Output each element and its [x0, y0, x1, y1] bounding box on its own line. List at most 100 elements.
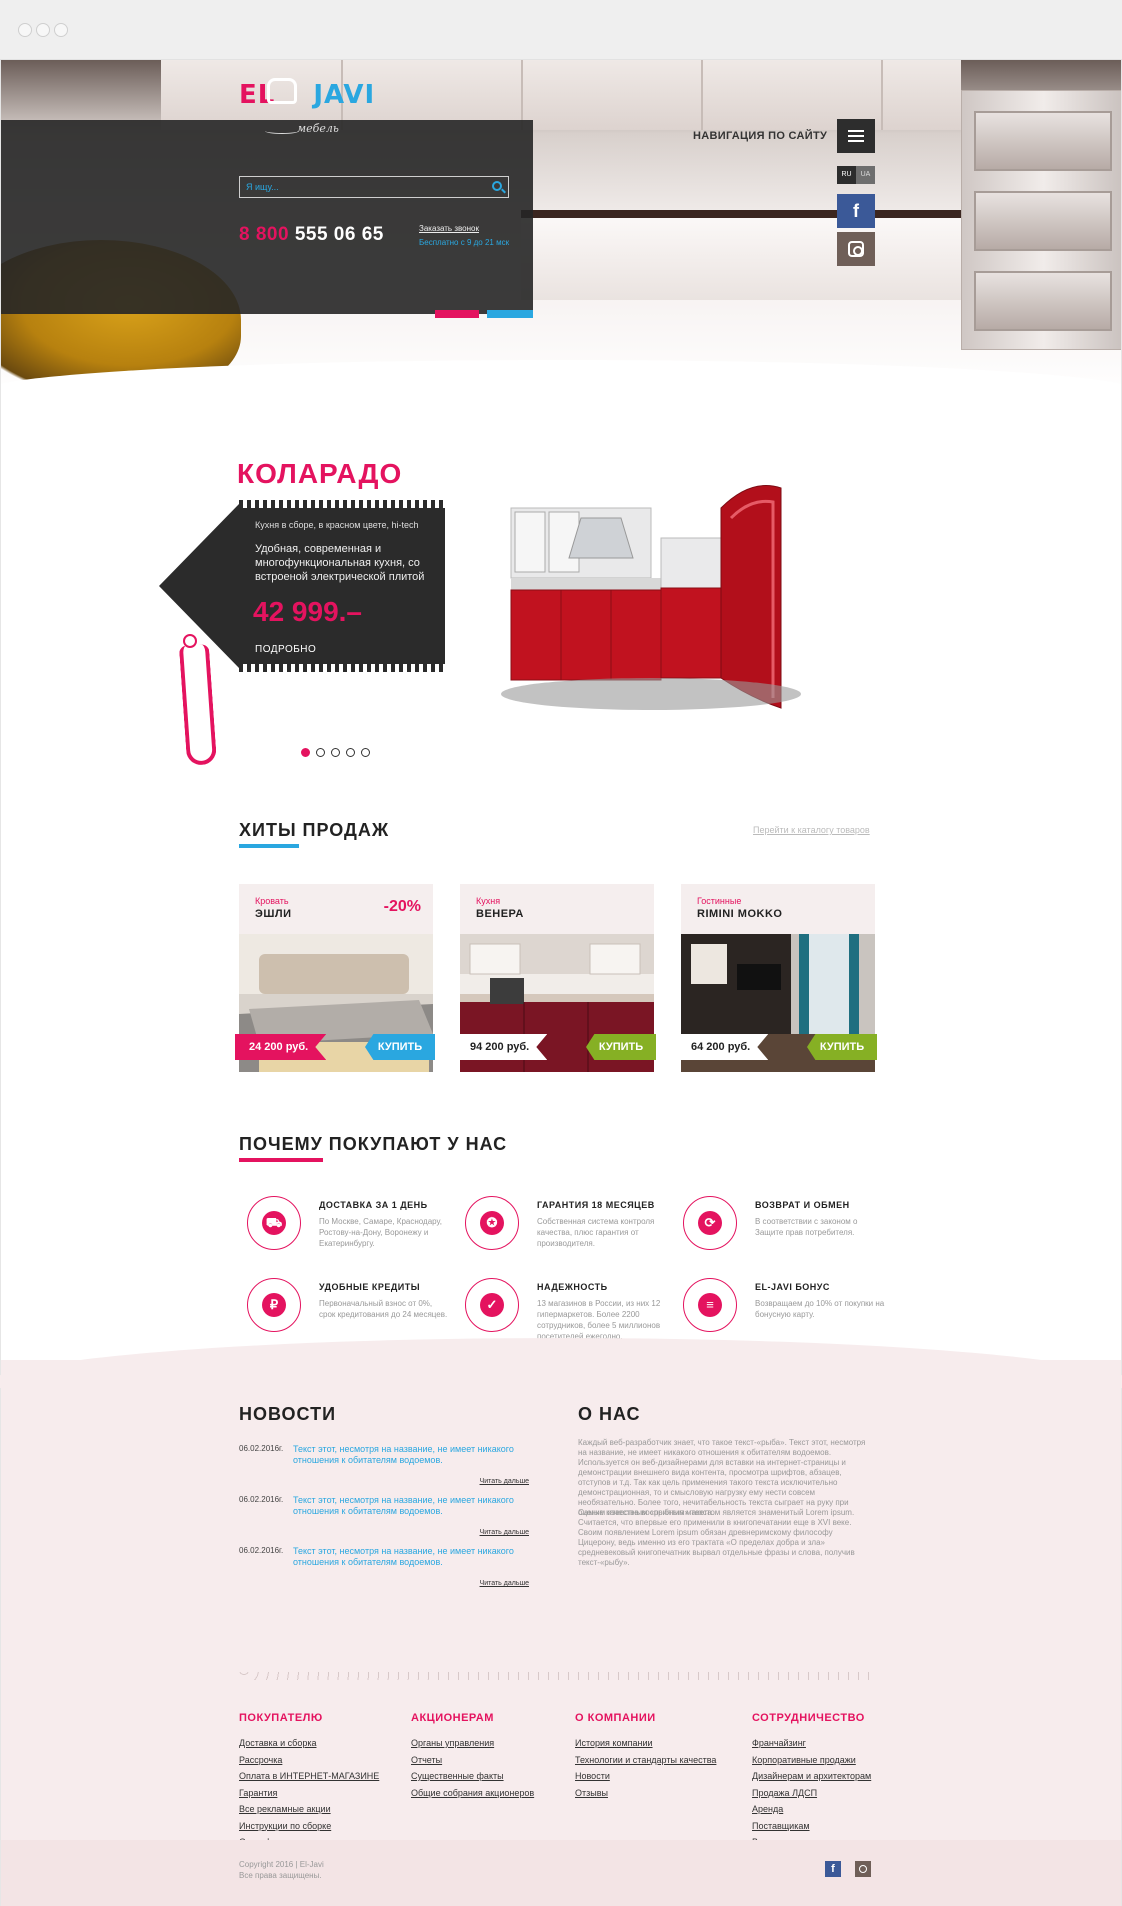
buy-button[interactable]: КУПИТЬ	[807, 1034, 877, 1060]
read-more-link[interactable]: Читать дальше	[480, 1478, 529, 1485]
footer-link[interactable]: Оплата в ИНТЕРНЕТ-МАГАЗИНЕ	[239, 1771, 409, 1782]
instagram-icon[interactable]	[837, 232, 875, 266]
search-icon[interactable]	[492, 181, 502, 191]
kitchen-product-image[interactable]	[501, 478, 871, 748]
footer-link[interactable]: Франчайзинг	[752, 1738, 922, 1749]
feature-warranty: ✪ ГАРАНТИЯ 18 МЕСЯЦЕВ Собственная систем…	[465, 1196, 665, 1256]
phone-number[interactable]: 8 800 555 06 65	[239, 224, 384, 246]
slider-dot[interactable]	[361, 748, 370, 757]
read-more-link[interactable]: Читать дальше	[480, 1529, 529, 1536]
tag-hole	[183, 634, 197, 648]
footer-link[interactable]: Доставка и сборка	[239, 1738, 409, 1749]
slider-dots	[301, 748, 370, 757]
product-price: 94 200 руб.	[456, 1034, 548, 1060]
feature-return: ⟳ ВОЗВРАТ И ОБМЕН В соответствии с закон…	[683, 1196, 883, 1256]
lang-ru[interactable]: RU	[837, 166, 856, 184]
why-underline	[239, 1158, 323, 1162]
slider-dot[interactable]	[316, 748, 325, 757]
search-field[interactable]	[239, 176, 509, 198]
footer-link[interactable]: Существенные факты	[411, 1771, 581, 1782]
feature-delivery: ⛟ ДОСТАВКА ЗА 1 ДЕНЬ По Москве, Самаре, …	[247, 1196, 447, 1256]
read-more-link[interactable]: Читать дальше	[480, 1580, 529, 1587]
callback-hours: Бесплатно с 9 до 21 мск	[419, 238, 510, 247]
logo-swirl	[265, 128, 299, 134]
truck-icon: ⛟	[247, 1196, 301, 1250]
footer-link[interactable]: Органы управления	[411, 1738, 581, 1749]
refresh-icon: ⟳	[683, 1196, 737, 1250]
news-date: 06.02.2016г.	[239, 1546, 284, 1555]
copyright-text: Copyright 2016 | El-Javi	[239, 1860, 324, 1869]
news-item: 06.02.2016г. Текст этот, несмотря на наз…	[239, 1444, 529, 1488]
slider-dot[interactable]	[331, 748, 340, 757]
armchair-logo-icon	[267, 78, 297, 104]
news-link[interactable]: Текст этот, несмотря на название, не име…	[293, 1444, 523, 1466]
footer-link[interactable]: Аренда	[752, 1804, 922, 1815]
hero-tab-blue[interactable]	[487, 310, 533, 318]
search-input[interactable]	[246, 180, 476, 194]
product-name: RIMINI MOKKO	[697, 908, 783, 920]
kitchen-counter	[521, 210, 1021, 300]
footer-link[interactable]: Дизайнерам и архитекторам	[752, 1771, 922, 1782]
logo-tagline: мебель	[297, 122, 339, 135]
footer-link[interactable]: Новости	[575, 1771, 745, 1782]
buy-button[interactable]: КУПИТЬ	[365, 1034, 435, 1060]
footer-link[interactable]: История компании	[575, 1738, 745, 1749]
promo-subtitle: Кухня в сборе, в красном цвете, hi-tech	[255, 520, 419, 530]
product-name: ВЕНЕРА	[476, 908, 524, 920]
product-card[interactable]: Кровать ЭШЛИ -20% 24 200 руб. КУПИТЬ	[235, 884, 435, 1072]
footer-link[interactable]: Инструкции по сборке	[239, 1821, 409, 1832]
window-dot[interactable]	[18, 23, 32, 37]
footer-link[interactable]: Общие собрания акционеров	[411, 1788, 581, 1799]
news-title: НОВОСТИ	[239, 1404, 337, 1424]
promo-more-link[interactable]: ПОДРОБНО	[255, 644, 316, 655]
award-icon: ✪	[465, 1196, 519, 1250]
footer-instagram-icon[interactable]	[855, 1861, 871, 1877]
footer-column-shareholders: АКЦИОНЕРАМ Органы управления Отчеты Суще…	[411, 1712, 581, 1804]
menu-button[interactable]	[837, 119, 875, 153]
footer-link[interactable]: Поставщикам	[752, 1821, 922, 1832]
footer-link[interactable]: Корпоративные продажи	[752, 1755, 922, 1766]
promo-title: КОЛАРАДО	[237, 458, 403, 489]
bottom-section	[1, 1360, 1121, 1906]
product-card[interactable]: Гостинные RIMINI MOKKO 64 200 руб. КУПИТ…	[677, 884, 877, 1072]
product-category: Гостинные	[697, 896, 742, 906]
footer-link[interactable]: Рассрочка	[239, 1755, 409, 1766]
product-name: ЭШЛИ	[255, 908, 292, 920]
about-paragraph: Каждый веб-разработчик знает, что такое …	[578, 1438, 866, 1517]
logo[interactable]: EL JAVI	[239, 80, 375, 110]
footer-column-buyers: ПОКУПАТЕЛЮ Доставка и сборка Рассрочка О…	[239, 1712, 409, 1854]
browser-titlebar	[0, 0, 1122, 60]
product-price: 64 200 руб.	[677, 1034, 769, 1060]
product-card[interactable]: Кухня ВЕНЕРА 94 200 руб. КУПИТЬ	[456, 884, 656, 1072]
footer-link[interactable]: Гарантия	[239, 1788, 409, 1799]
window-dot[interactable]	[54, 23, 68, 37]
window-dot[interactable]	[36, 23, 50, 37]
hits-underline	[239, 844, 299, 848]
news-item: 06.02.2016г. Текст этот, несмотря на наз…	[239, 1546, 529, 1590]
footer-link[interactable]: Отзывы	[575, 1788, 745, 1799]
news-link[interactable]: Текст этот, несмотря на название, не име…	[293, 1546, 523, 1568]
footer-link[interactable]: Технологии и стандарты качества	[575, 1755, 745, 1766]
slider-dot[interactable]	[346, 748, 355, 757]
callback-link[interactable]: Заказать звонок	[419, 224, 479, 233]
catalog-link[interactable]: Перейти к каталогу товаров	[753, 825, 870, 835]
kitchen-oven	[961, 90, 1121, 350]
footer-link[interactable]: Отчеты	[411, 1755, 581, 1766]
slider-dot[interactable]	[301, 748, 310, 757]
coins-icon: ≡	[683, 1278, 737, 1332]
promo-price: 42 999.–	[253, 596, 362, 627]
lang-ua[interactable]: UA	[856, 166, 875, 184]
footer-link[interactable]: Продажа ЛДСП	[752, 1788, 922, 1799]
wavy-divider	[239, 1672, 873, 1680]
news-link[interactable]: Текст этот, несмотря на название, не име…	[293, 1495, 523, 1517]
nav-label: НАВИГАЦИЯ ПО САЙТУ	[693, 130, 828, 142]
hits-title: ХИТЫ ПРОДАЖ	[239, 820, 390, 840]
buy-button[interactable]: КУПИТЬ	[586, 1034, 656, 1060]
news-item: 06.02.2016г. Текст этот, несмотря на наз…	[239, 1495, 529, 1539]
footer-facebook-icon[interactable]: f	[825, 1861, 841, 1877]
facebook-icon[interactable]: f	[837, 194, 875, 228]
footer-link[interactable]: Все рекламные акции	[239, 1804, 409, 1815]
footer-column-partnership: СОТРУДНИЧЕСТВО Франчайзинг Корпоративные…	[752, 1712, 922, 1854]
rights-text: Все права защищены.	[239, 1871, 322, 1880]
hero-tab-pink[interactable]	[435, 310, 479, 318]
